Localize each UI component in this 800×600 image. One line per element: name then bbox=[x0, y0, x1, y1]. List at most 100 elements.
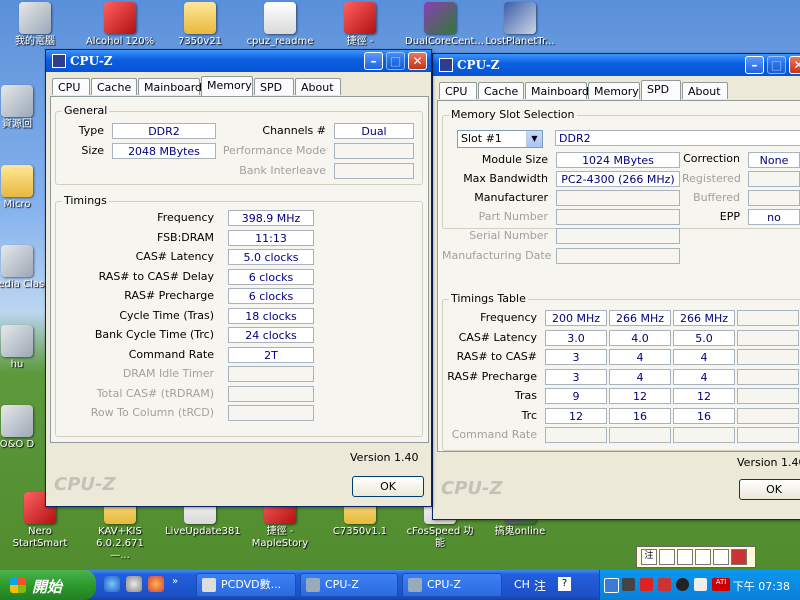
tab-cache[interactable]: Cache bbox=[91, 78, 137, 95]
tray-app-icon[interactable] bbox=[658, 578, 671, 591]
timing-value: 18 clocks bbox=[228, 307, 314, 324]
taskbar-button-label: CPU-Z bbox=[325, 578, 359, 591]
close-button[interactable]: ✕ bbox=[408, 52, 427, 70]
performance-mode-value bbox=[334, 143, 414, 159]
slot-select[interactable]: Slot #1 ▼ bbox=[457, 130, 543, 148]
cpuz-app-icon bbox=[408, 578, 422, 592]
volume-icon[interactable] bbox=[694, 578, 707, 591]
desktop-icon[interactable]: 7350v21 bbox=[165, 2, 235, 48]
desktop-icon[interactable]: DualCoreCent... bbox=[405, 2, 484, 48]
desktop-icon-label: Alcohol 120% bbox=[85, 36, 155, 47]
kaspersky-icon[interactable] bbox=[640, 578, 653, 591]
pc-icon bbox=[1, 245, 33, 277]
max-bandwidth-value: PC2-4300 (266 MHz) bbox=[556, 171, 680, 187]
firefox-icon[interactable] bbox=[148, 576, 164, 592]
epp-value: no bbox=[748, 209, 800, 225]
tab-memory[interactable]: Memory bbox=[588, 82, 640, 99]
spd-timing-label: Frequency bbox=[480, 311, 537, 324]
keyboard-icon[interactable] bbox=[677, 549, 693, 565]
maximize-button[interactable]: □ bbox=[767, 56, 786, 74]
ime-mode-icon[interactable] bbox=[659, 549, 675, 565]
spd-timing-label: CAS# Latency bbox=[458, 330, 537, 344]
ime-button[interactable]: 注 bbox=[641, 549, 657, 565]
pc-icon bbox=[19, 2, 51, 34]
spd-timing-cell: 3 bbox=[545, 368, 607, 385]
timing-label: Cycle Time (Tras) bbox=[119, 308, 214, 322]
spd-timing-cell: 12 bbox=[609, 388, 671, 404]
group-title: Memory Slot Selection bbox=[449, 108, 577, 121]
taskbar-button-pcdvd[interactable]: PCDVD數... bbox=[196, 573, 296, 597]
timing-value: 6 clocks bbox=[228, 268, 314, 285]
tab-spd[interactable]: SPD bbox=[641, 80, 681, 100]
spd-timing-cell: 4 bbox=[609, 349, 671, 365]
language-bar: 注 bbox=[636, 546, 756, 568]
desktop-icon[interactable]: 我的電腦 bbox=[0, 2, 70, 48]
help-icon[interactable]: ? bbox=[558, 577, 571, 591]
type-label: Type bbox=[78, 124, 104, 137]
serial-number-value bbox=[556, 228, 680, 244]
desktop-icon[interactable]: cpuz_readme bbox=[245, 2, 315, 48]
spd-timing-cell: 266 MHz bbox=[673, 310, 735, 326]
title-bar[interactable]: CPU-Z – □ ✕ bbox=[433, 54, 800, 76]
system-tray: ATI 下午 07:38 bbox=[599, 570, 800, 600]
ie-icon[interactable] bbox=[104, 576, 120, 592]
mfg-date-value bbox=[556, 248, 680, 264]
tab-about[interactable]: About bbox=[295, 78, 341, 95]
show-desktop-icon[interactable] bbox=[126, 576, 142, 592]
tab-cpu[interactable]: CPU bbox=[439, 82, 477, 99]
quicklaunch-chevron-icon[interactable]: » bbox=[172, 576, 178, 587]
title-bar[interactable]: CPU-Z – □ ✕ bbox=[46, 50, 431, 72]
timing-label: Bank Cycle Time (Trc) bbox=[94, 328, 214, 341]
timing-label: Total CAS# (tRDRAM) bbox=[96, 386, 214, 400]
manufacturer-label: Manufacturer bbox=[474, 191, 548, 204]
maximize-button[interactable]: □ bbox=[386, 52, 405, 70]
tab-cache[interactable]: Cache bbox=[478, 82, 524, 99]
taskbar-button-label: CPU-Z bbox=[427, 578, 461, 591]
channels-label: Channels # bbox=[262, 124, 326, 137]
taskbar-button-cpuz-2[interactable]: CPU-Z bbox=[402, 573, 502, 597]
tab-mainboard[interactable]: Mainboard bbox=[525, 82, 589, 99]
timing-value bbox=[228, 385, 314, 402]
max-bandwidth-label: Max Bandwidth bbox=[463, 172, 548, 185]
folder-icon bbox=[1, 165, 33, 197]
monitor-icon[interactable] bbox=[622, 578, 635, 591]
channels-value: Dual bbox=[334, 123, 414, 139]
timing-value: 6 clocks bbox=[228, 288, 314, 304]
desktop-icon[interactable]: 捷徑 - bbox=[325, 2, 395, 48]
start-button[interactable]: 開始 bbox=[0, 570, 96, 600]
ati-icon[interactable]: ATI bbox=[712, 578, 730, 591]
ok-button[interactable]: OK bbox=[352, 476, 424, 497]
spd-timing-cell: 3.0 bbox=[545, 329, 607, 346]
desktop-icon[interactable]: Alcohol 120% bbox=[85, 2, 155, 48]
network-icon[interactable] bbox=[604, 578, 619, 593]
minimize-button[interactable]: – bbox=[745, 56, 764, 74]
pkg-icon bbox=[424, 2, 456, 34]
part-number-label: Part Number bbox=[478, 210, 548, 223]
desktop-icon-label: 搞鬼online bbox=[494, 526, 546, 537]
desktop-icon[interactable]: LostPlanetTr... bbox=[485, 2, 555, 48]
taskbar-button-cpuz-1[interactable]: CPU-Z bbox=[300, 573, 398, 597]
tab-about[interactable]: About bbox=[682, 82, 728, 99]
timings-table-group: Timings Table Frequency 200 MHz 266 MHz 266… bbox=[442, 292, 800, 451]
close-button[interactable]: ✕ bbox=[789, 56, 800, 74]
tab-cpu[interactable]: CPU bbox=[52, 78, 90, 95]
manufacturer-value bbox=[556, 190, 680, 206]
media-icon[interactable] bbox=[676, 578, 689, 591]
ime-indicator[interactable]: 注 bbox=[534, 577, 546, 594]
tab-spd[interactable]: SPD bbox=[254, 78, 294, 95]
minimize-button[interactable]: – bbox=[364, 52, 383, 70]
module-size-label: Module Size bbox=[481, 153, 548, 166]
language-indicator[interactable]: CH bbox=[514, 578, 530, 591]
slot-type-value: DDR2 bbox=[555, 130, 800, 146]
spd-timing-cell bbox=[737, 407, 799, 424]
tab-mainboard[interactable]: Mainboard bbox=[138, 78, 202, 95]
handwriting-icon[interactable] bbox=[695, 549, 711, 565]
ok-button[interactable]: OK bbox=[739, 479, 800, 500]
dictionary-icon[interactable] bbox=[731, 549, 747, 565]
tab-memory[interactable]: Memory bbox=[201, 76, 253, 96]
timing-value: 398.9 MHz bbox=[228, 210, 314, 226]
cpuz-logo: CPU-Z bbox=[441, 478, 503, 499]
memory-panel: General Type DDR2 Size 2048 MBytes Chann… bbox=[50, 96, 429, 443]
punctuation-icon[interactable] bbox=[713, 549, 729, 565]
chevron-down-icon[interactable]: ▼ bbox=[526, 131, 542, 147]
